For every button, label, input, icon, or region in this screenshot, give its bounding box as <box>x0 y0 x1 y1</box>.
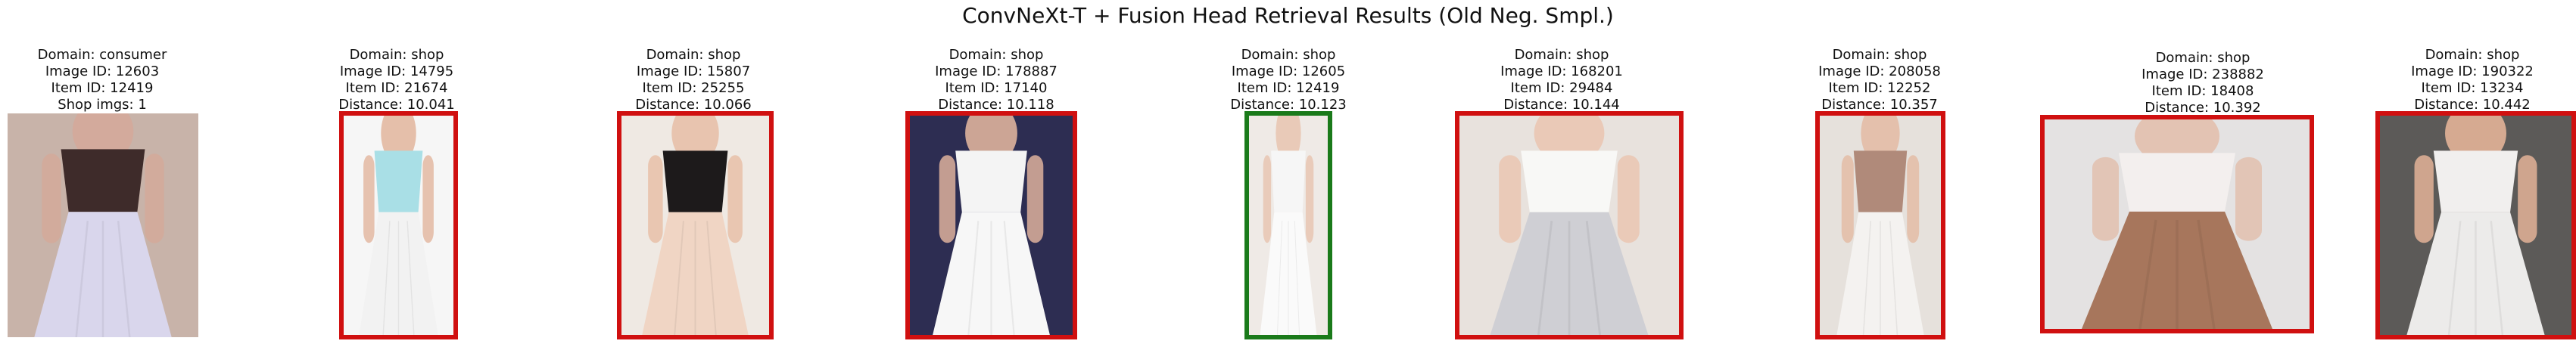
panel-caption: Domain: consumer Image ID: 12603 Item ID: … <box>0 47 216 113</box>
caption-line: Item ID: 12419 <box>51 80 154 96</box>
caption-line: Image ID: 15807 <box>636 64 751 79</box>
panel-caption: Domain: shop Image ID: 190322 Item ID: 132… <box>2359 47 2576 113</box>
caption-line: Image ID: 14795 <box>339 64 454 79</box>
caption-line: Item ID: 21674 <box>345 80 448 96</box>
caption-line: Shop imgs: 1 <box>58 97 147 113</box>
panel-caption: Domain: shop Image ID: 12605 Item ID: 1241… <box>1175 47 1402 113</box>
incorrect-match-image <box>1815 111 1945 339</box>
caption-line: Domain: shop <box>948 47 1044 63</box>
garment-photo <box>2380 116 2571 335</box>
panel-caption: Domain: shop Image ID: 14795 Item ID: 2167… <box>283 47 510 113</box>
caption-line: Image ID: 12603 <box>45 64 160 79</box>
garment-photo <box>621 116 769 335</box>
caption-line: Domain: consumer <box>37 47 167 63</box>
caption-line: Domain: shop <box>349 47 444 63</box>
caption-line: Item ID: 13234 <box>2421 80 2524 96</box>
panel-caption: Domain: shop Image ID: 168201 Item ID: 294… <box>1448 47 1675 113</box>
incorrect-match-image <box>339 111 458 339</box>
caption-line: Domain: shop <box>1832 47 1927 63</box>
panel-caption: Domain: shop Image ID: 238882 Item ID: 184… <box>2089 50 2316 116</box>
correct-match-image <box>1244 111 1332 339</box>
caption-line: Domain: shop <box>1514 47 1609 63</box>
garment-photo <box>1820 116 1941 335</box>
panel-caption: Domain: shop Image ID: 15807 Item ID: 2525… <box>580 47 807 113</box>
garment-photo <box>8 113 198 337</box>
incorrect-match-image <box>617 111 774 339</box>
caption-line: Item ID: 25255 <box>642 80 745 96</box>
garment-photo <box>344 116 453 335</box>
caption-line: Image ID: 178887 <box>935 64 1057 79</box>
caption-line: Image ID: 168201 <box>1500 64 1623 79</box>
caption-line: Item ID: 12252 <box>1828 80 1931 96</box>
panel-caption: Domain: shop Image ID: 208058 Item ID: 122… <box>1766 47 1993 113</box>
garment-photo <box>910 116 1073 335</box>
incorrect-match-image <box>1455 111 1684 339</box>
caption-line: Item ID: 17140 <box>945 80 1048 96</box>
incorrect-match-image <box>2375 111 2576 339</box>
caption-line: Domain: shop <box>2425 47 2520 63</box>
caption-line: Image ID: 208058 <box>1818 64 1941 79</box>
panel-caption: Domain: shop Image ID: 178887 Item ID: 171… <box>883 47 1110 113</box>
incorrect-match-image <box>2040 115 2314 333</box>
caption-line: Item ID: 18408 <box>2151 83 2254 99</box>
garment-photo <box>1249 116 1328 335</box>
caption-line: Image ID: 190322 <box>2411 64 2534 79</box>
figure-title: ConvNeXt-T + Fusion Head Retrieval Resul… <box>962 3 1614 28</box>
caption-line: Distance: 10.392 <box>2145 100 2261 116</box>
caption-line: Image ID: 12605 <box>1231 64 1346 79</box>
caption-line: Domain: shop <box>646 47 741 63</box>
caption-line: Image ID: 238882 <box>2141 67 2264 82</box>
caption-line: Item ID: 29484 <box>1510 80 1613 96</box>
garment-photo <box>1459 116 1679 335</box>
caption-line: Item ID: 12419 <box>1237 80 1340 96</box>
query-image <box>8 113 198 337</box>
caption-line: Domain: shop <box>1241 47 1336 63</box>
caption-line: Domain: shop <box>2155 50 2250 66</box>
garment-photo <box>2045 119 2310 329</box>
incorrect-match-image <box>905 111 1077 339</box>
